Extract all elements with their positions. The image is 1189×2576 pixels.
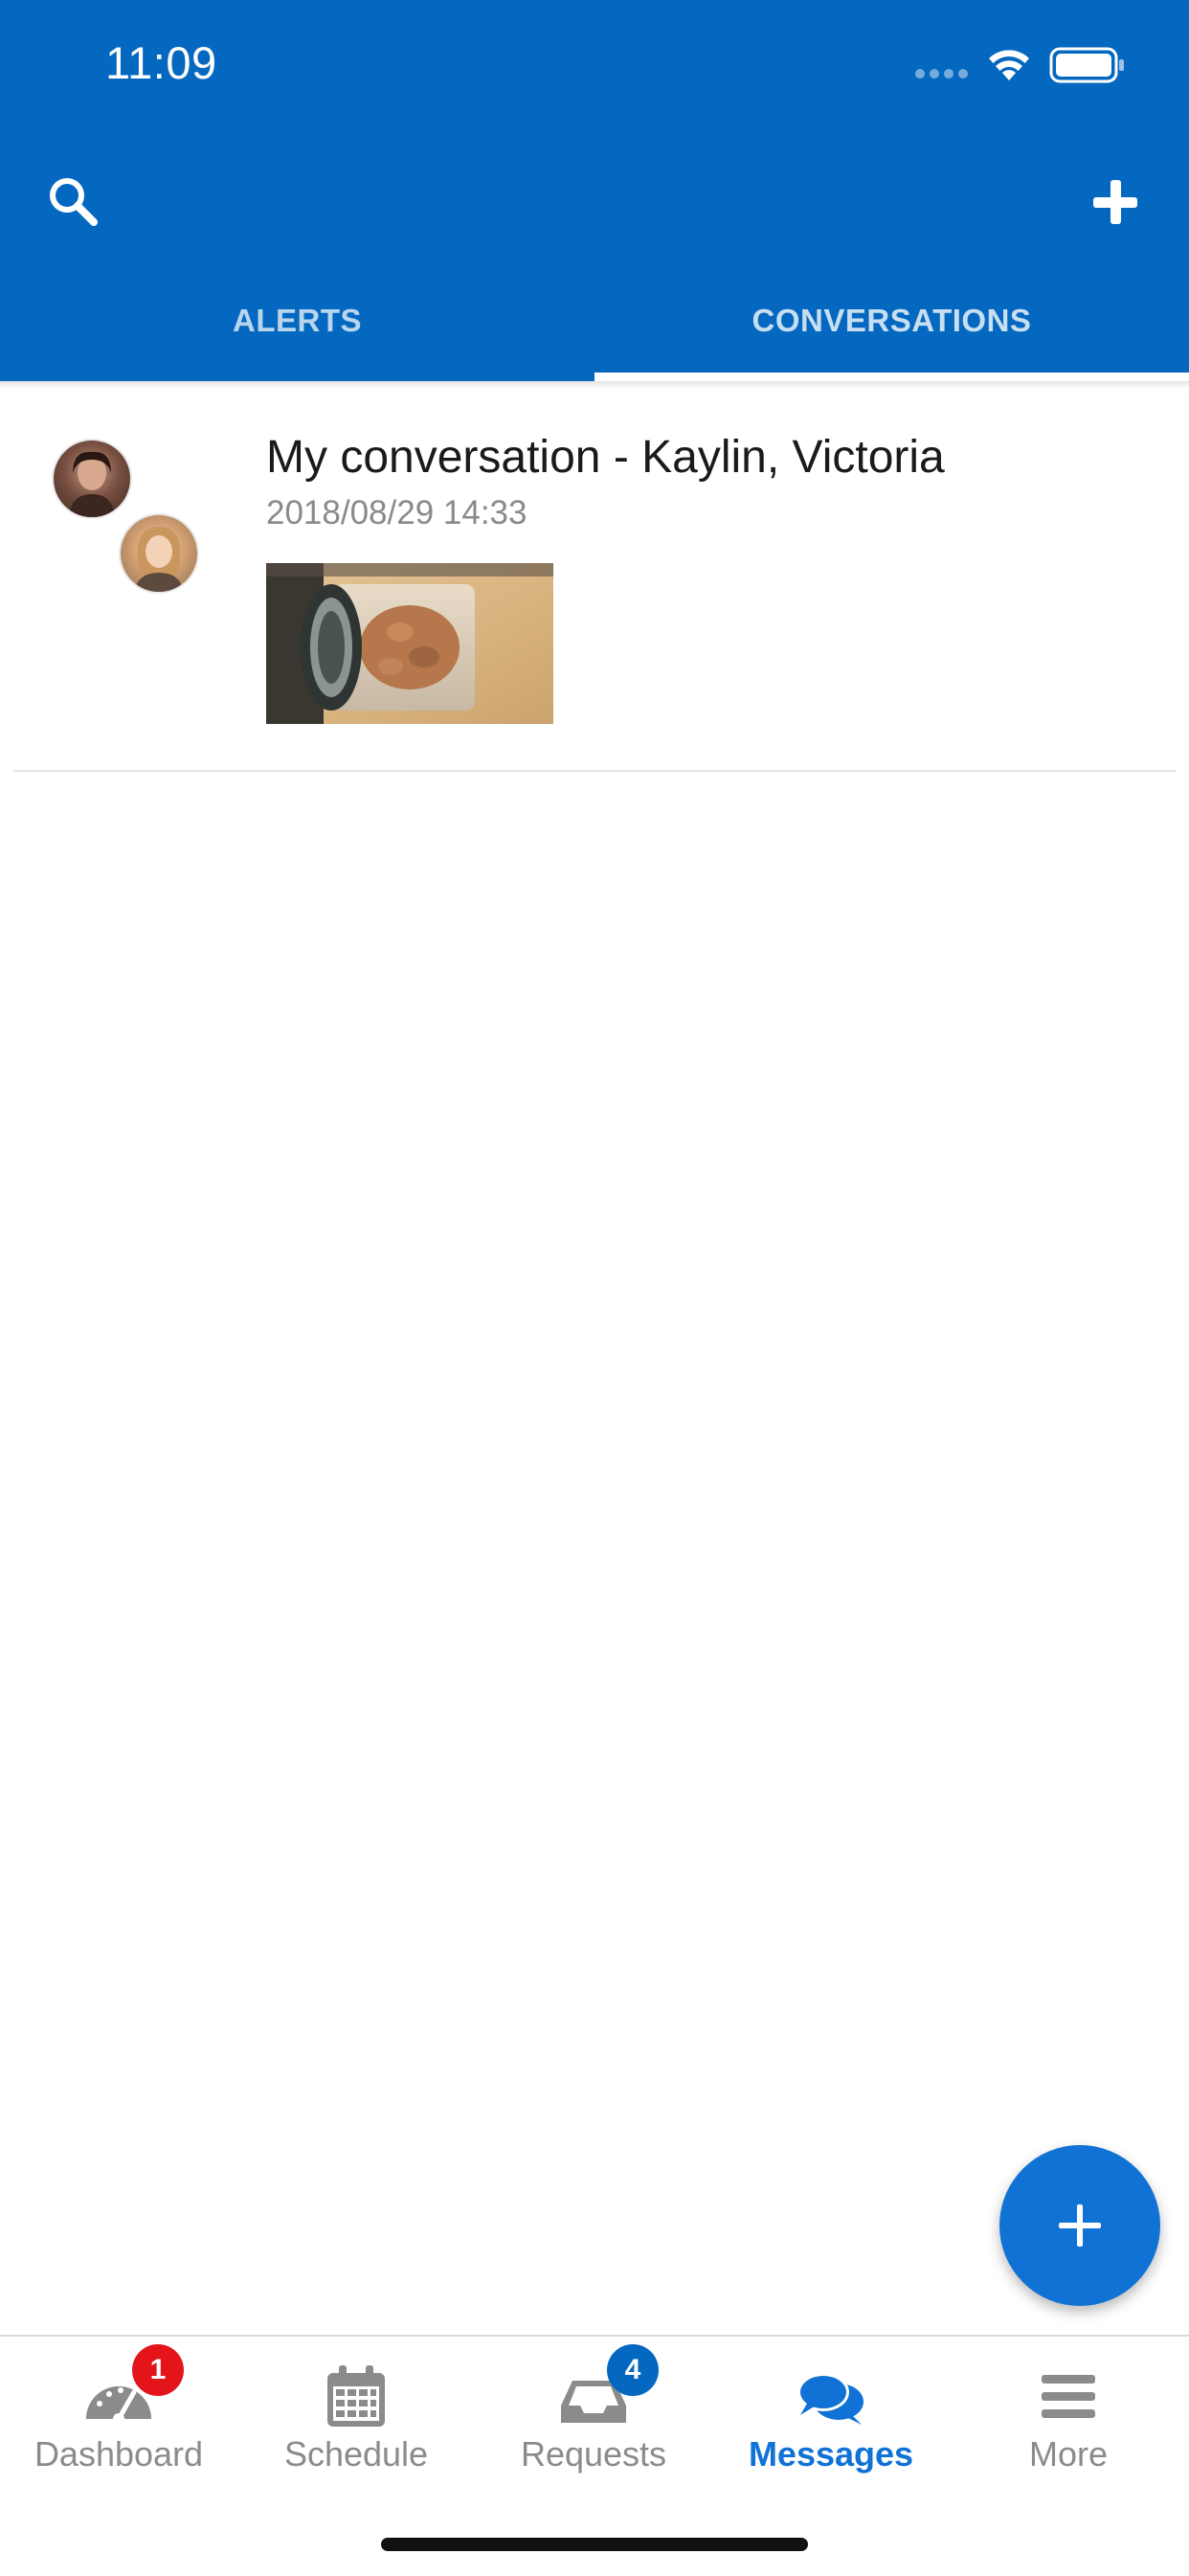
wifi-icon [989, 50, 1029, 80]
nav-label: Schedule [283, 2434, 429, 2474]
message-image-thumbnail[interactable] [266, 563, 553, 724]
nav-item-schedule[interactable]: Schedule [237, 2337, 475, 2490]
home-indicator [381, 2538, 808, 2551]
calendar-icon [327, 2365, 385, 2427]
new-conversation-fab[interactable] [999, 2145, 1160, 2306]
nav-label: More [1028, 2434, 1109, 2474]
list-divider [13, 770, 1176, 772]
notification-badge: 4 [607, 2344, 659, 2396]
nav-item-dashboard[interactable]: 1 Dashboard [0, 2337, 237, 2490]
search-button[interactable] [40, 169, 107, 236]
cellular-signal-icon [915, 69, 969, 79]
conversation-title: My conversation - Kaylin, Victoria [266, 432, 945, 483]
status-time: 11:09 [105, 37, 217, 88]
nav-item-more[interactable]: More [950, 2337, 1187, 2490]
tab-conversations[interactable]: CONVERSATIONS [594, 287, 1189, 381]
nav-label: Dashboard [34, 2434, 204, 2474]
menu-icon [1042, 2375, 1095, 2418]
nav-label: Messages [748, 2434, 914, 2474]
search-icon [50, 178, 98, 226]
add-button[interactable] [1082, 169, 1149, 236]
app-header: 11:09 ALERTS CONVERSATIONS [0, 0, 1189, 381]
avatar [119, 513, 199, 594]
chat-bubbles-icon [797, 2373, 864, 2425]
battery-icon [1049, 47, 1124, 83]
nav-item-messages[interactable]: Messages [712, 2337, 950, 2490]
header-shadow [0, 381, 1189, 389]
plus-icon [1093, 180, 1137, 224]
tab-alerts[interactable]: ALERTS [0, 287, 594, 381]
plus-icon [1059, 2204, 1101, 2247]
notification-badge: 1 [132, 2344, 184, 2396]
nav-item-requests[interactable]: 4 Requests [475, 2337, 712, 2490]
avatar [52, 439, 132, 519]
active-tab-indicator [594, 373, 1189, 381]
conversation-list-item[interactable]: My conversation - Kaylin, Victoria 2018/… [0, 389, 1189, 772]
nav-label: Requests [520, 2434, 667, 2474]
conversation-timestamp: 2018/08/29 14:33 [266, 494, 527, 531]
